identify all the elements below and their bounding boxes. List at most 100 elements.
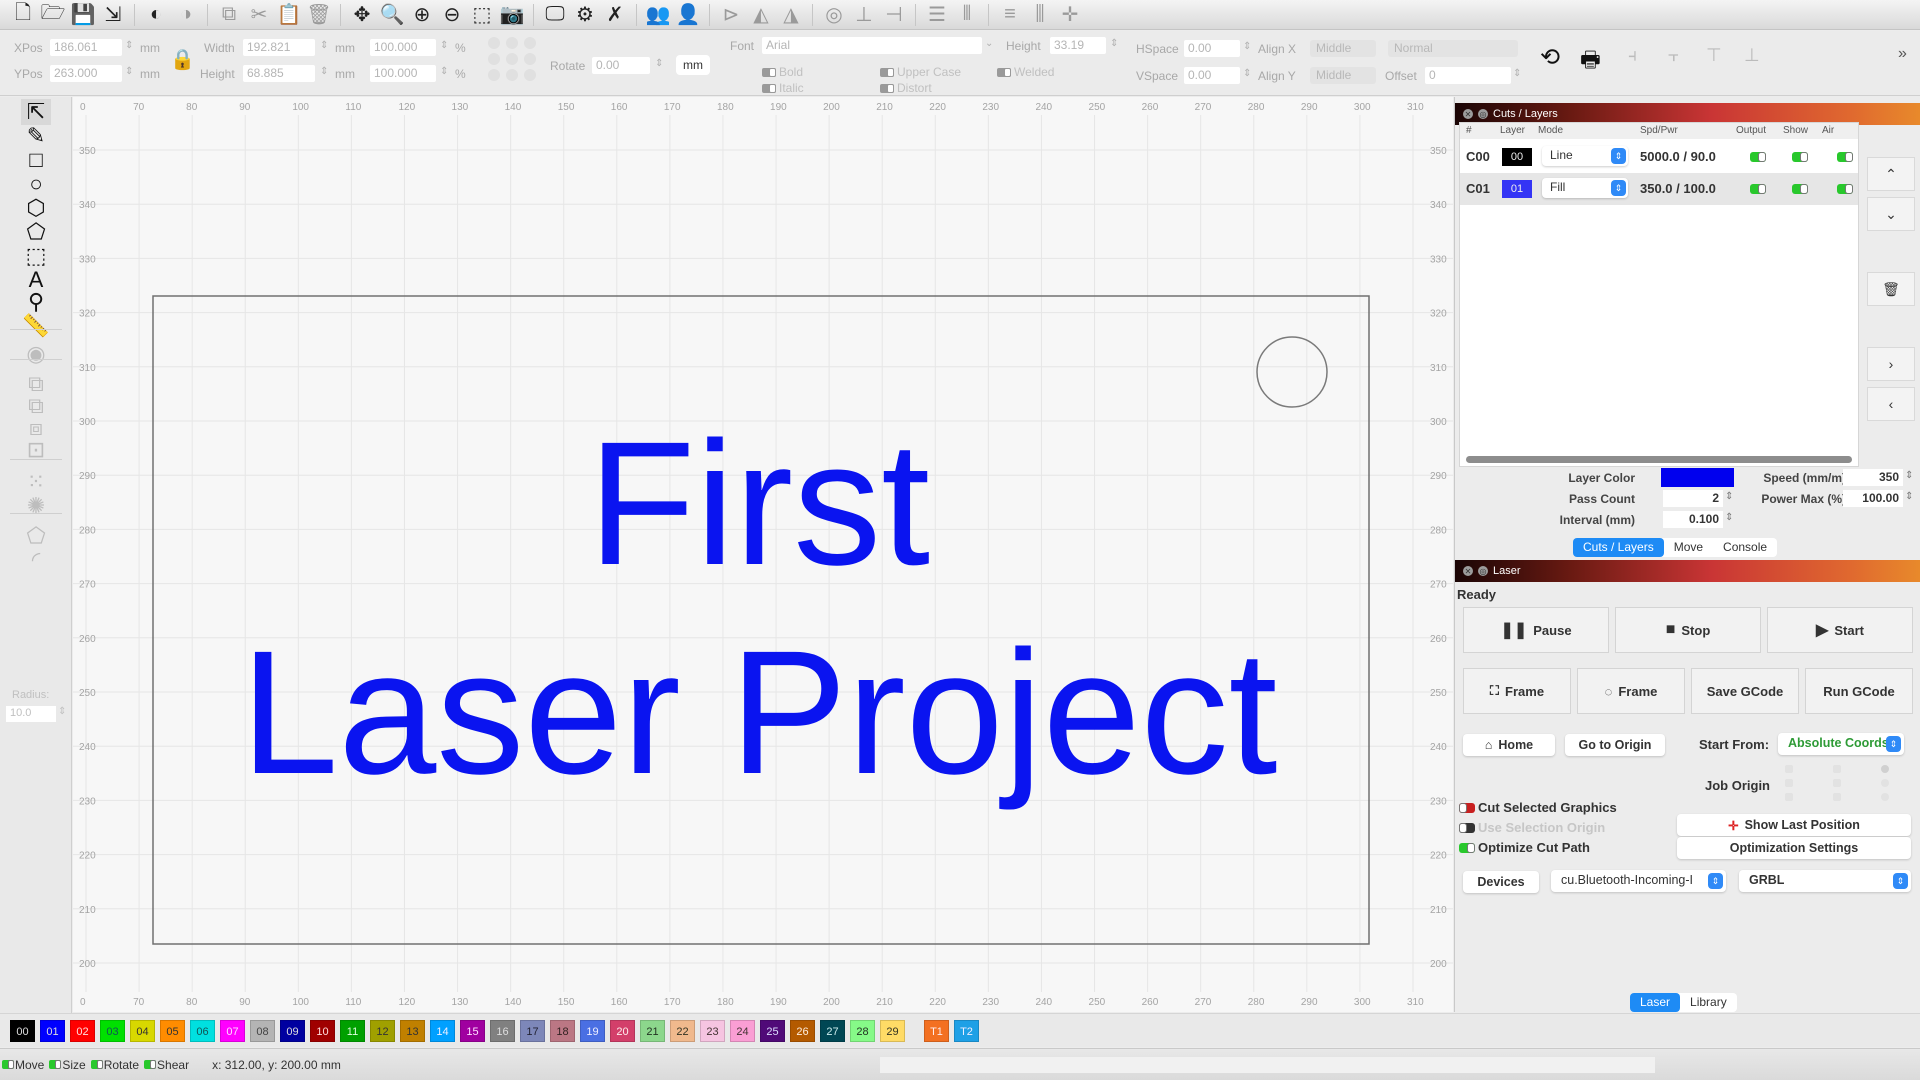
welded-toggle[interactable]: Welded	[997, 65, 1054, 79]
delete-icon[interactable]: 🗑	[306, 2, 332, 28]
open-folder-icon[interactable]: 🗁	[40, 2, 66, 28]
origin-bottom-center[interactable]	[1833, 793, 1841, 801]
layer-color-swatch[interactable]	[1661, 468, 1734, 487]
layer-air-toggle[interactable]	[1837, 184, 1853, 194]
space-vertical-icon[interactable]: ≡	[997, 2, 1023, 28]
palette-color-16[interactable]: 16	[490, 1019, 515, 1042]
design-canvas[interactable]: 0 0 70 70 80 80 90 90 100 100 110 110 120 120 130 130 14…	[73, 97, 1453, 1012]
zoom-out-icon[interactable]: ⊖	[439, 2, 465, 28]
origin-bottom-left[interactable]	[1785, 793, 1793, 801]
select-tool-icon[interactable]: ⇱	[21, 99, 51, 125]
target-icon[interactable]: ◎	[821, 2, 847, 28]
palette-color-24[interactable]: 24	[730, 1019, 755, 1042]
palette-color-08[interactable]: 08	[250, 1019, 275, 1042]
palette-color-21[interactable]: 21	[640, 1019, 665, 1042]
power-max-input[interactable]: 100.00	[1843, 490, 1903, 507]
rotate-toggle[interactable]: Rotate	[90, 1058, 139, 1072]
interval-input[interactable]: 0.100	[1663, 511, 1723, 528]
expand-panel-button[interactable]: ›	[1867, 347, 1915, 381]
move-to-origin-icon[interactable]: ✛	[1057, 2, 1083, 28]
origin-middle-left[interactable]	[1785, 779, 1793, 787]
cut-icon[interactable]: ✂	[246, 2, 272, 28]
offset-input[interactable]: 0	[1425, 67, 1511, 84]
delete-layer-button[interactable]: 🗑	[1867, 272, 1915, 306]
tab-move[interactable]: Move	[1664, 538, 1713, 557]
size-toggle[interactable]: Size	[49, 1058, 86, 1072]
palette-color-06[interactable]: 06	[190, 1019, 215, 1042]
shear-switch[interactable]	[144, 1060, 157, 1069]
frame-rect-button[interactable]: ⛶ Frame	[1463, 668, 1571, 714]
layer-air-toggle[interactable]	[1837, 152, 1853, 162]
palette-color-29[interactable]: 29	[880, 1019, 905, 1042]
close-laser-panel-icon[interactable]: ✕	[1463, 566, 1473, 576]
offset-spinner[interactable]: ⇕	[1513, 68, 1521, 79]
palette-color-01[interactable]: 01	[40, 1019, 65, 1042]
pass-count-input[interactable]: 2	[1663, 490, 1723, 507]
palette-color-18[interactable]: 18	[550, 1019, 575, 1042]
pan-icon[interactable]: ✥	[349, 2, 375, 28]
ellipse-tool-icon[interactable]: ○	[21, 171, 51, 197]
speed-spinner[interactable]: ⇕	[1905, 470, 1913, 481]
cut-selected-switch[interactable]	[1459, 802, 1475, 813]
canvas-svg[interactable]: 0 0 70 70 80 80 90 90 100 100 110 110 120 120 130 130 14…	[73, 97, 1453, 1012]
pentagon-tool-icon[interactable]: ⬠	[21, 219, 51, 245]
camera-icon[interactable]: 📷	[499, 2, 525, 28]
layer-color-chip[interactable]: 01	[1502, 180, 1532, 198]
palette-color-15[interactable]: 15	[460, 1019, 485, 1042]
float-panel-icon[interactable]: ◎	[1478, 109, 1488, 119]
radius-spinner[interactable]: ⇕	[58, 706, 66, 717]
save-gcode-button[interactable]: Save GCode	[1691, 668, 1799, 714]
pencil-tool-icon[interactable]: ✎	[21, 123, 51, 149]
marker-tool-icon[interactable]: ⚲	[21, 289, 51, 315]
bold-switch[interactable]	[762, 67, 776, 77]
devices-button[interactable]: Devices	[1463, 871, 1539, 893]
close-panel-icon[interactable]: ✕	[1463, 109, 1473, 119]
palette-color-09[interactable]: 09	[280, 1019, 305, 1042]
go-to-origin-button[interactable]: Go to Origin	[1565, 734, 1665, 756]
design-text-line-1[interactable]: First	[588, 406, 930, 602]
palette-color-14[interactable]: 14	[430, 1019, 455, 1042]
redo-icon[interactable]: ◑	[173, 2, 199, 28]
zoom-in-icon[interactable]: ⊕	[409, 2, 435, 28]
monitor-icon[interactable]: 🖵	[542, 2, 568, 28]
width-percent-input[interactable]: 100.000	[370, 39, 436, 56]
palette-color-23[interactable]: 23	[700, 1019, 725, 1042]
palette-color-25[interactable]: 25	[760, 1019, 785, 1042]
xpos-spinner[interactable]: ⇕	[125, 40, 133, 51]
move-layer-down-button[interactable]: ⌄	[1867, 197, 1915, 231]
optimize-cut-path-switch[interactable]	[1459, 842, 1475, 853]
group-icon[interactable]: 👥	[645, 2, 671, 28]
ypos-spinner[interactable]: ⇕	[125, 66, 133, 77]
layer-color-chip[interactable]: 00	[1502, 148, 1532, 166]
align-bottom-icon[interactable]: ⊥	[851, 2, 877, 28]
interval-spinner[interactable]: ⇕	[1725, 512, 1733, 523]
vspace-input[interactable]: 0.00	[1184, 67, 1240, 84]
run-gcode-button[interactable]: Run GCode	[1805, 668, 1913, 714]
origin-top-center[interactable]	[1833, 765, 1841, 773]
space-horizontal-icon[interactable]: ⫼	[1027, 2, 1053, 28]
use-selection-origin-switch[interactable]	[1459, 822, 1475, 833]
tab-laser[interactable]: Laser	[1630, 993, 1681, 1012]
palette-color-T1[interactable]: T1	[924, 1019, 949, 1042]
corner-radius-icon[interactable]: ◜	[21, 547, 51, 573]
polygon-tool-icon[interactable]: ⬡	[21, 195, 51, 221]
origin-bottom-right[interactable]	[1881, 793, 1889, 801]
undo-icon[interactable]: ◐	[143, 2, 169, 28]
font-dropdown-arrow[interactable]: ⌄	[985, 38, 993, 49]
layer-row[interactable]: C00 00 Line ⇕ 5000.0 / 90.0	[1460, 141, 1858, 173]
zoom-fit-icon[interactable]: 🔍	[379, 2, 405, 28]
rotate-spinner[interactable]: ⇕	[655, 58, 663, 69]
use-selection-origin-toggle[interactable]: Use Selection Origin	[1459, 820, 1605, 835]
palette-color-12[interactable]: 12	[370, 1019, 395, 1042]
move-layer-up-button[interactable]: ⌃	[1867, 157, 1915, 191]
ypos-input[interactable]: 263.000	[50, 65, 122, 82]
vspace-spinner[interactable]: ⇕	[1243, 68, 1251, 79]
palette-color-00[interactable]: 00	[10, 1019, 35, 1042]
collapse-panel-button[interactable]: ‹	[1867, 387, 1915, 421]
start-button[interactable]: ▶ Start	[1767, 607, 1913, 653]
anchor-point-selector[interactable]	[488, 37, 538, 81]
radius-input[interactable]: 10.0	[6, 706, 56, 722]
palette-color-26[interactable]: 26	[790, 1019, 815, 1042]
rectangle-tool-icon[interactable]: □	[21, 147, 51, 173]
palette-color-20[interactable]: 20	[610, 1019, 635, 1042]
